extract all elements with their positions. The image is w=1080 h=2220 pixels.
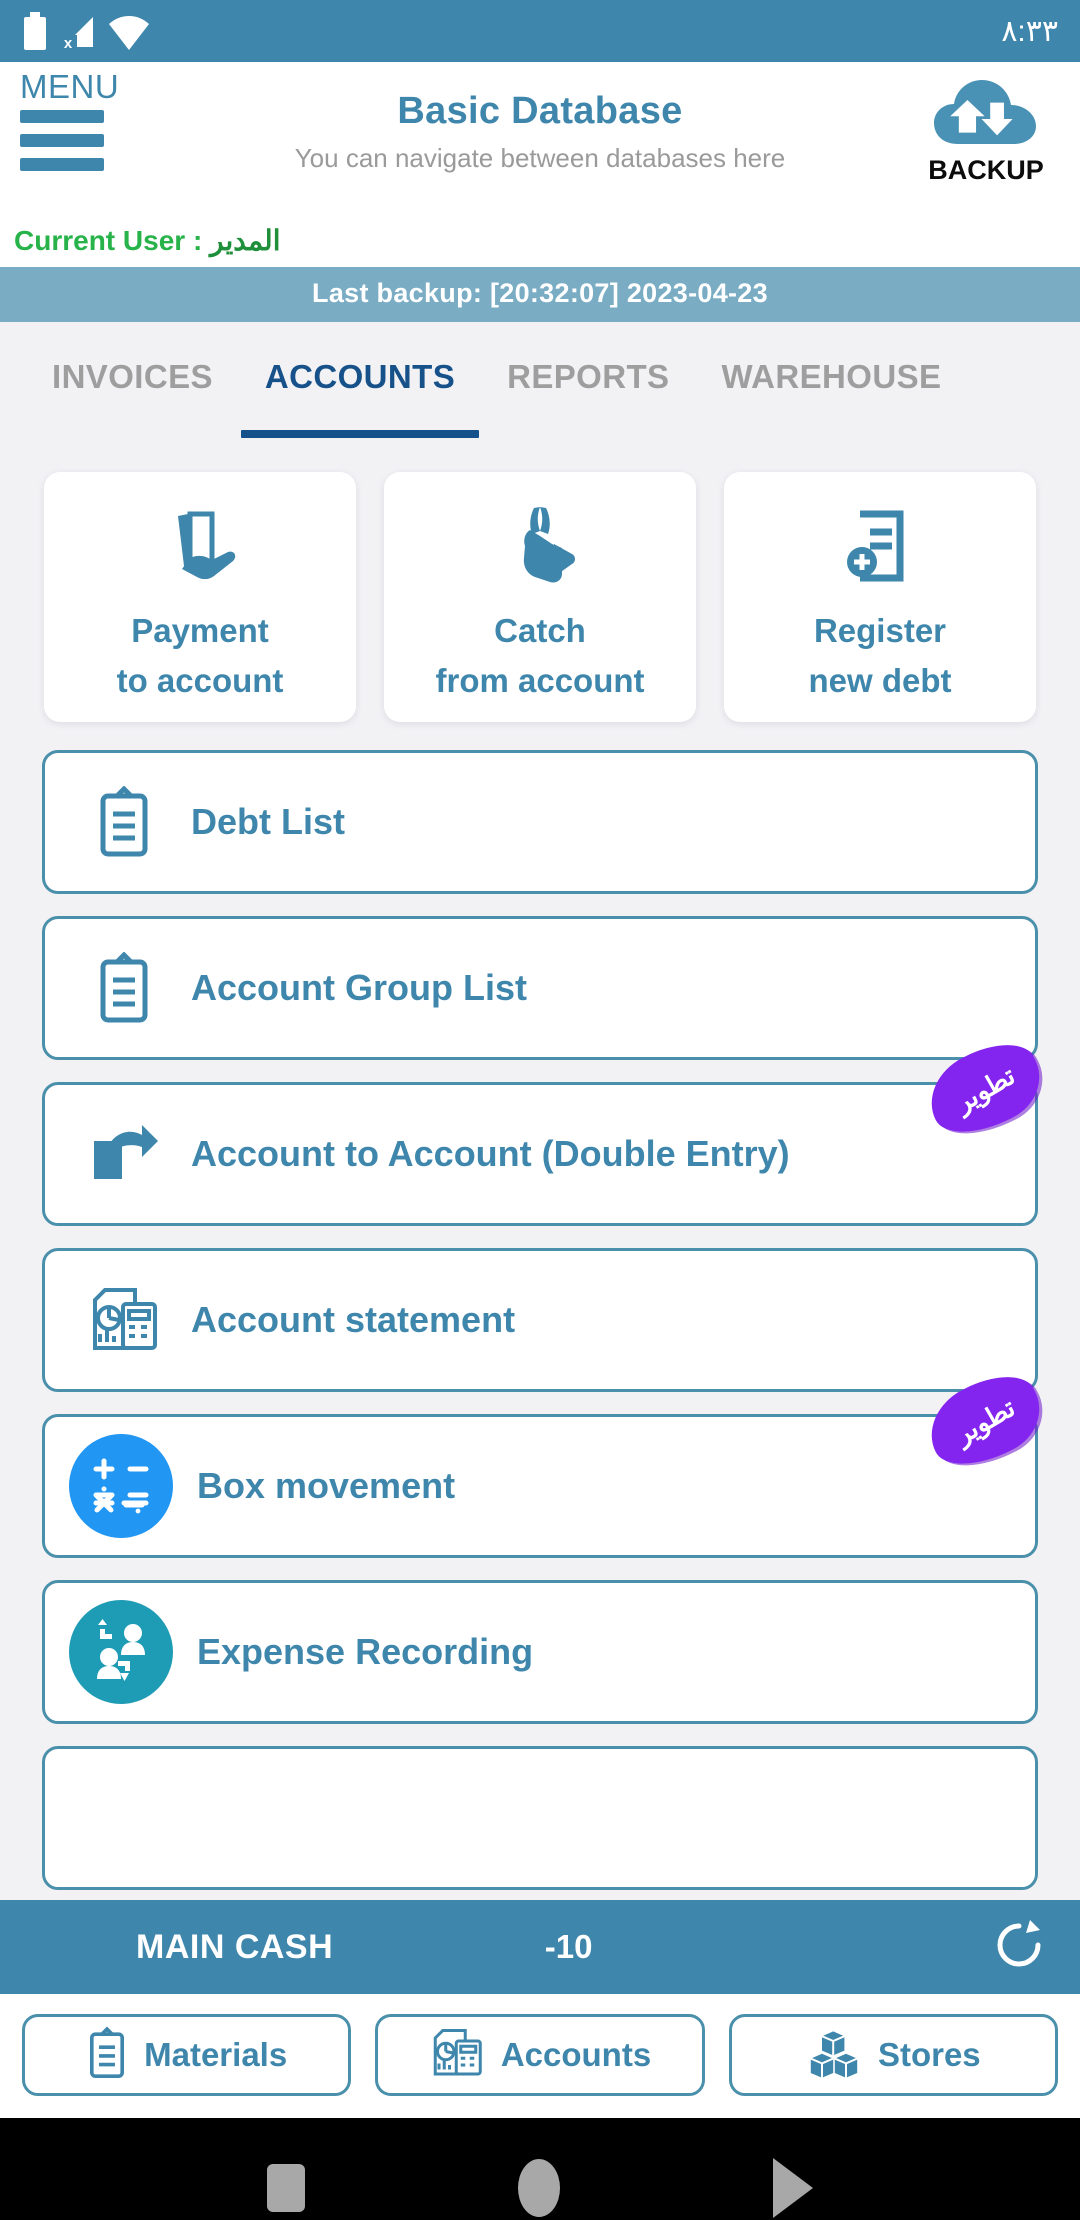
nav-stores[interactable]: Stores <box>728 2014 1058 2096</box>
last-backup-bar: Last backup: [20:32:07] 2023-04-23 <box>0 267 1080 322</box>
page-subtitle: You can navigate between databases here <box>294 143 786 173</box>
list-item-label: Account statement <box>191 1299 516 1340</box>
nav-label: Accounts <box>500 2036 652 2073</box>
list-item-partial[interactable] <box>42 1746 1038 1890</box>
card-register-new-debt[interactable]: Register new debt <box>724 472 1036 722</box>
wifi-icon <box>109 16 149 50</box>
backup-label: BACKUP <box>928 155 1044 185</box>
nav-label: Stores <box>877 2036 981 2073</box>
report-calculator-icon <box>429 2026 485 2085</box>
tab-reports[interactable]: REPORTS <box>481 358 695 396</box>
main-cash-value: -10 <box>544 1928 593 1965</box>
menu-label: MENU <box>20 68 120 105</box>
app-header: MENU Basic Database You can navigate bet… <box>0 62 1080 222</box>
home-circle-icon[interactable] <box>517 2159 560 2217</box>
card-label-line2: to account <box>116 662 284 699</box>
menu-button[interactable]: MENU <box>20 68 130 182</box>
document-add-icon <box>834 498 926 594</box>
current-user-prefix: Current User : <box>14 225 211 256</box>
hamburger-icon[interactable] <box>20 110 130 171</box>
current-user: Current User : المدير <box>0 222 1080 267</box>
list-item-label: Expense Recording <box>197 1631 534 1672</box>
list-item-label: Box movement <box>197 1465 456 1506</box>
back-triangle-icon[interactable] <box>773 2158 814 2218</box>
clipboard-icon <box>81 786 167 858</box>
nav-accounts[interactable]: Accounts <box>375 2014 705 2096</box>
status-bar-icons: x <box>22 11 150 51</box>
accounts-list: Debt List Account Group List Account to … <box>0 722 1080 1890</box>
title-block: Basic Database You can navigate between … <box>22 68 1058 174</box>
bottom-nav: Materials Accounts Stores <box>0 1994 1080 2118</box>
status-bar: x ٨:٣٣ <box>0 0 1080 62</box>
accounts-content: Payment to account Catch from account Re… <box>0 440 1080 1994</box>
card-label-line2: from account <box>435 662 645 699</box>
tab-accounts[interactable]: ACCOUNTS <box>239 358 481 438</box>
card-label-line2: new debt <box>808 662 952 699</box>
list-item-box-movement[interactable]: Box movement تطوير <box>42 1360 1054 1558</box>
svg-text:x: x <box>64 35 73 51</box>
nav-label: Materials <box>144 2036 288 2073</box>
card-label-line1: Payment <box>131 612 269 649</box>
signal-off-icon: x <box>60 17 93 51</box>
list-item-account-statement[interactable]: Account statement <box>42 1248 1038 1392</box>
folder-share-icon <box>81 1121 167 1187</box>
math-operations-icon <box>69 1434 173 1538</box>
clipboard-icon <box>86 2026 128 2085</box>
main-cash-label: MAIN CASH <box>136 1927 334 1966</box>
list-item-label: Account to Account (Double Entry) <box>191 1133 790 1174</box>
android-nav-bar <box>0 2118 1080 2220</box>
refresh-icon[interactable] <box>992 1918 1046 1977</box>
cloud-backup-icon <box>934 80 1036 144</box>
nav-materials[interactable]: Materials <box>22 2014 352 2096</box>
clipboard-icon <box>81 952 167 1024</box>
card-label-line1: Register <box>813 612 947 649</box>
action-card-row: Payment to account Catch from account Re… <box>0 454 1080 722</box>
list-item-label: Account Group List <box>191 967 527 1008</box>
battery-icon <box>24 12 46 50</box>
list-item-account-group-list[interactable]: Account Group List <box>42 916 1038 1060</box>
report-calculator-icon <box>81 1284 167 1356</box>
main-cash-bar[interactable]: MAIN CASH -10 <box>0 1900 1080 1994</box>
list-item-debt-list[interactable]: Debt List <box>42 750 1038 894</box>
recents-square-icon[interactable] <box>266 2164 305 2212</box>
people-exchange-icon <box>69 1600 173 1704</box>
card-label-line1: Catch <box>494 612 586 649</box>
page-title: Basic Database <box>397 90 683 132</box>
boxes-icon <box>806 2028 862 2083</box>
list-item-account-to-account[interactable]: Account to Account (Double Entry) تطوير <box>42 1028 1054 1226</box>
backup-button[interactable]: BACKUP <box>916 70 1056 186</box>
tab-invoices[interactable]: INVOICES <box>26 358 239 396</box>
card-payment-to-account[interactable]: Payment to account <box>44 472 356 722</box>
list-item-label: Debt List <box>191 801 346 842</box>
card-catch-from-account[interactable]: Catch from account <box>384 472 696 722</box>
phone-screen: x ٨:٣٣ MENU Basic Database You can navig… <box>0 0 1080 2220</box>
hand-grabbing-money-icon <box>494 498 586 594</box>
hand-holding-banknotes-icon <box>154 498 246 594</box>
tab-bar: INVOICES ACCOUNTS REPORTS WAREHOUSE <box>0 322 1080 440</box>
tab-warehouse[interactable]: WAREHOUSE <box>695 358 967 396</box>
list-item-expense-recording[interactable]: Expense Recording <box>42 1580 1038 1724</box>
status-time: ٨:٣٣ <box>1001 14 1058 48</box>
current-user-name: المدير <box>210 225 281 256</box>
